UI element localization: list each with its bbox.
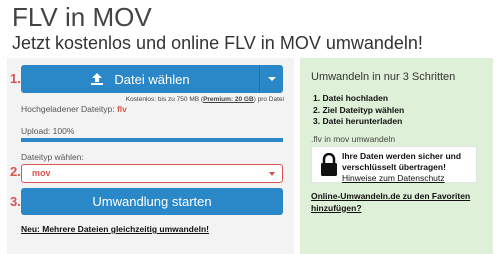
upload-icon xyxy=(91,73,104,85)
privacy-link[interactable]: Hinweise zum Datenschutz xyxy=(342,173,445,183)
filetype-selected-value: mov xyxy=(32,168,51,178)
upload-options-toggle[interactable] xyxy=(259,65,283,93)
uploaded-type-label: Hochgeladener Dateityp: xyxy=(21,104,115,114)
upload-progress-bar xyxy=(21,138,283,142)
filetype-label: Dateityp wählen: xyxy=(21,152,84,162)
step-number-1: 1. xyxy=(10,71,21,86)
start-conversion-button[interactable]: Umwandlung starten xyxy=(21,188,283,215)
choose-file-label: Datei wählen xyxy=(114,71,190,87)
chevron-down-icon xyxy=(269,172,275,176)
privacy-text: Ihre Daten werden sicher und verschlüsse… xyxy=(342,151,462,172)
page-subtitle: Jetzt kostenlos und online FLV in MOV um… xyxy=(12,33,423,53)
sidebar-step: 2. Ziel Dateityp wählen xyxy=(313,104,405,115)
uploaded-type-row: Hochgeladener Dateityp: flv xyxy=(21,104,127,114)
privacy-box: Ihre Daten werden sicher und verschlüsse… xyxy=(311,146,477,183)
sidebar-flv-text: .flv in mov umwandeln xyxy=(311,134,396,144)
upload-limits: Kostenlos: bis zu 750 MB (Premium: 20 GB… xyxy=(125,96,284,103)
page-title: FLV in MOV xyxy=(12,2,152,32)
uploaded-type-value: flv xyxy=(116,104,127,114)
upload-progress-label: Upload: 100% xyxy=(21,126,75,136)
caret-down-icon xyxy=(267,77,276,81)
choose-file-button[interactable]: Datei wählen xyxy=(21,65,283,93)
filetype-select[interactable]: mov xyxy=(21,164,283,183)
upload-progress-fill xyxy=(21,138,283,142)
premium-link[interactable]: Premium: 20 GB xyxy=(203,96,254,103)
sidebar-steps-list: 1. Datei hochladen 2. Ziel Dateityp wähl… xyxy=(313,93,404,128)
step-number-3: 3. xyxy=(10,194,21,209)
step-number-2: 2. xyxy=(10,164,21,179)
favorites-link[interactable]: Online-Umwandeln.de zu den Favoriten hin… xyxy=(311,191,470,214)
sidebar-step: 3. Datei herunterladen xyxy=(313,116,403,126)
sidebar-title: Umwandeln in nur 3 Schritten xyxy=(311,71,456,83)
sidebar-step: 1. Datei hochladen xyxy=(313,93,389,103)
lock-icon xyxy=(321,153,337,176)
multi-file-link[interactable]: Neu: Mehrere Dateien gleichzeitig umwand… xyxy=(21,224,209,234)
